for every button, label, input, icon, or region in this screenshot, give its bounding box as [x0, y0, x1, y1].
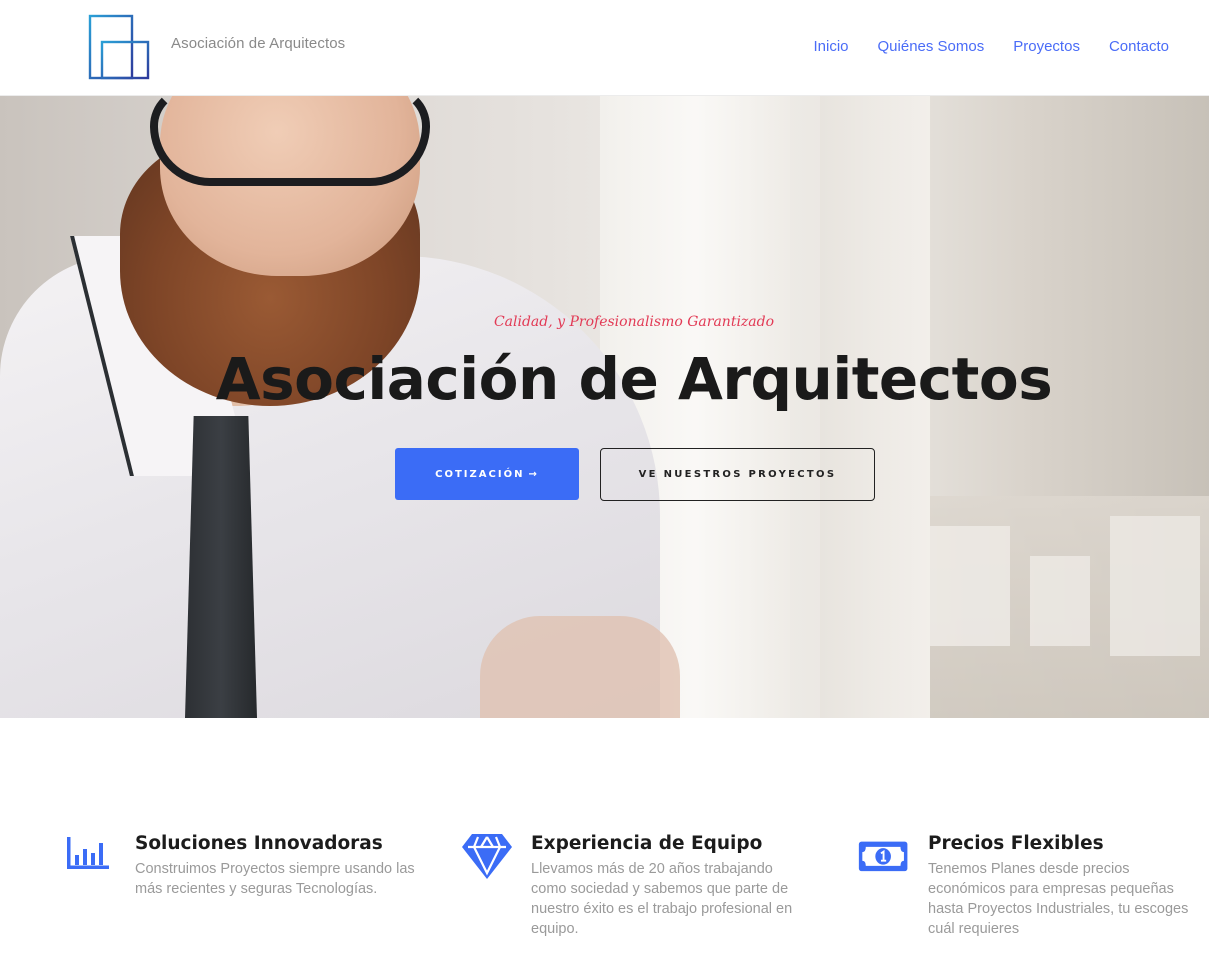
bar-chart-icon [67, 837, 109, 869]
site-header: Asociación de Arquitectos Inicio Quiénes… [0, 0, 1209, 96]
brand-name[interactable]: Asociación de Arquitectos [171, 35, 345, 52]
feature-title: Precios Flexibles [928, 833, 1104, 854]
arrow-right-icon: → [528, 468, 539, 480]
hero-bg-shelf [930, 496, 1209, 718]
nav-link-quienes-somos[interactable]: Quiénes Somos [878, 38, 985, 55]
feature-title: Experiencia de Equipo [531, 833, 763, 854]
building-logo-icon[interactable] [88, 14, 150, 80]
hero-tagline: Calidad, y Profesionalismo Garantizado [493, 314, 775, 330]
nav-link-contacto[interactable]: Contacto [1109, 38, 1169, 55]
feature-text: Llevamos más de 20 años trabajando como … [531, 861, 793, 937]
features-section: Soluciones Innovadoras Construimos Proye… [0, 718, 1209, 955]
view-projects-label: VE NUESTROS PROYECTOS [638, 469, 837, 480]
quote-button[interactable]: COTIZACIÓN → [395, 448, 579, 500]
hero-title: Asociación de Arquitectos [215, 345, 1053, 413]
nav-link-inicio[interactable]: Inicio [813, 38, 848, 55]
nav-link-proyectos[interactable]: Proyectos [1013, 38, 1080, 55]
feature-text: Tenemos Planes desde precios económicos … [928, 861, 1189, 937]
money-bill-icon [858, 841, 908, 872]
feature-text: Construimos Proyectos siempre usando las… [135, 861, 415, 897]
diamond-icon [462, 834, 512, 879]
feature-title: Soluciones Innovadoras [135, 833, 383, 854]
hero-photo-glasses [150, 96, 430, 186]
quote-button-label: COTIZACIÓN [435, 468, 525, 480]
view-projects-button[interactable]: VE NUESTROS PROYECTOS [600, 448, 875, 501]
hero-section: Calidad, y Profesionalismo Garantizado A… [0, 96, 1209, 718]
hero-photo-tie [185, 416, 257, 718]
hero-photo-hand [480, 616, 680, 718]
main-nav: Inicio Quiénes Somos Proyectos Contacto [813, 38, 1169, 55]
